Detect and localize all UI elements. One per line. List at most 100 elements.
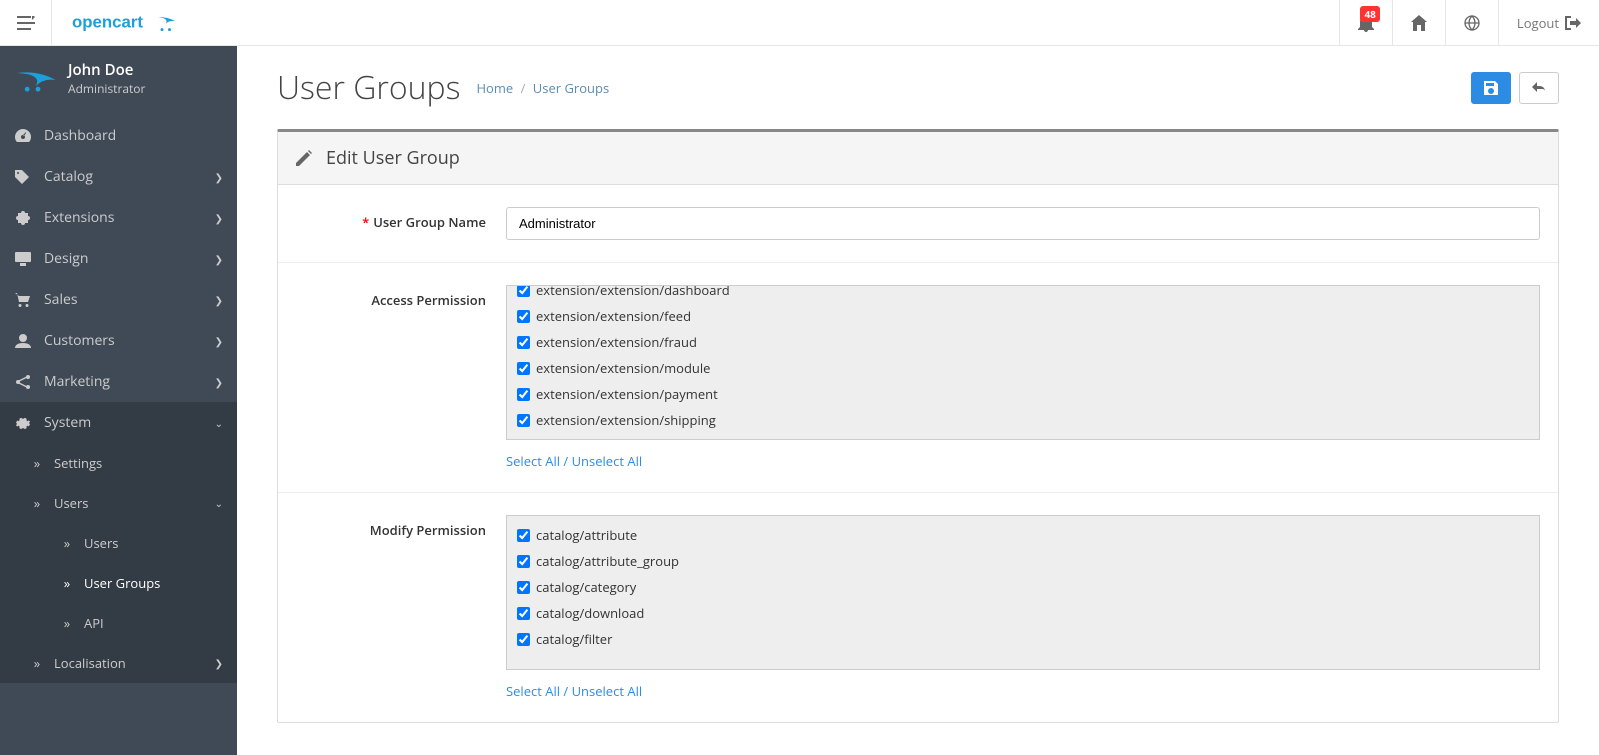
sidebar-item-customers[interactable]: Customers ❯ bbox=[0, 320, 237, 361]
permission-label: extension/extension/module bbox=[536, 359, 710, 377]
permission-checkbox[interactable] bbox=[517, 633, 530, 646]
nav-label: Catalog bbox=[44, 167, 93, 186]
permission-label: extension/extension/fraud bbox=[536, 333, 697, 351]
access-permission-box[interactable]: extension/extension/dashboardextension/e… bbox=[506, 285, 1540, 440]
permission-checkbox[interactable] bbox=[517, 414, 530, 427]
permission-label: catalog/attribute_group bbox=[536, 552, 679, 570]
access-label: Access Permission bbox=[296, 285, 506, 470]
notifications-button[interactable]: 48 bbox=[1339, 0, 1392, 46]
nav-label: Design bbox=[44, 249, 88, 268]
home-icon bbox=[1411, 15, 1427, 31]
store-button[interactable] bbox=[1445, 0, 1498, 46]
permission-label: catalog/attribute bbox=[536, 526, 637, 544]
desktop-icon bbox=[14, 252, 32, 266]
gear-icon bbox=[14, 416, 32, 430]
perm-links-sep: / bbox=[563, 682, 571, 700]
sidebar-item-users-sub[interactable]: » Users bbox=[0, 523, 237, 563]
logout-button[interactable]: Logout bbox=[1498, 0, 1599, 46]
cancel-button[interactable] bbox=[1519, 72, 1559, 104]
permission-item: extension/extension/shipping bbox=[517, 407, 1529, 433]
page-actions bbox=[1471, 72, 1559, 104]
modify-perm-links: Select All / Unselect All bbox=[506, 682, 1540, 700]
menu-icon bbox=[17, 16, 35, 30]
user-icon bbox=[14, 334, 32, 348]
edit-panel: Edit User Group *User Group Name Access … bbox=[277, 129, 1559, 723]
sidebar-item-design[interactable]: Design ❯ bbox=[0, 238, 237, 279]
nav-label: Dashboard bbox=[44, 126, 116, 145]
perm-links-sep: / bbox=[563, 452, 571, 470]
sidebar-item-dashboard[interactable]: Dashboard bbox=[0, 115, 237, 156]
logo[interactable]: opencart bbox=[52, 11, 218, 35]
access-select-all[interactable]: Select All bbox=[506, 452, 560, 470]
modify-label: Modify Permission bbox=[296, 515, 506, 700]
avatar-icon bbox=[14, 63, 62, 95]
modify-permission-box[interactable]: catalog/attribute catalog/attribute_group… bbox=[506, 515, 1540, 670]
globe-icon bbox=[1464, 15, 1480, 31]
sidebar-item-user-groups[interactable]: » User Groups bbox=[0, 563, 237, 603]
permission-checkbox[interactable] bbox=[517, 607, 530, 620]
menu-toggle[interactable] bbox=[0, 0, 52, 46]
modify-unselect-all[interactable]: Unselect All bbox=[572, 682, 643, 700]
header-right: 48 Logout bbox=[1339, 0, 1599, 46]
nav-label: Sales bbox=[44, 290, 78, 309]
access-unselect-all[interactable]: Unselect All bbox=[572, 452, 643, 470]
breadcrumb-home[interactable]: Home bbox=[476, 79, 513, 97]
sidebar-item-settings[interactable]: » Settings bbox=[0, 443, 237, 483]
sidebar-item-catalog[interactable]: Catalog ❯ bbox=[0, 156, 237, 197]
home-button[interactable] bbox=[1392, 0, 1445, 46]
permission-label: catalog/filter bbox=[536, 630, 612, 648]
double-chevron-icon: » bbox=[30, 654, 44, 672]
permission-checkbox[interactable] bbox=[517, 285, 530, 297]
breadcrumb-current[interactable]: User Groups bbox=[533, 79, 609, 97]
chevron-down-icon: ⌄ bbox=[215, 496, 223, 510]
permission-checkbox[interactable] bbox=[517, 362, 530, 375]
form-row-access: Access Permission extension/extension/da… bbox=[278, 263, 1558, 493]
access-perm-links: Select All / Unselect All bbox=[506, 452, 1540, 470]
required-asterisk: * bbox=[362, 213, 369, 231]
sidebar-item-localisation[interactable]: » Localisation ❯ bbox=[0, 643, 237, 683]
sidebar-item-users[interactable]: » Users ⌄ bbox=[0, 483, 237, 523]
permission-label: catalog/download bbox=[536, 604, 644, 622]
chevron-right-icon: ❯ bbox=[215, 252, 223, 266]
permission-label: extension/extension/feed bbox=[536, 307, 691, 325]
permission-label: extension/extension/shipping bbox=[536, 411, 716, 429]
opencart-logo-icon: opencart bbox=[70, 11, 200, 35]
sidebar-system-submenu: » Settings » Users ⌄ » Users » User Grou… bbox=[0, 443, 237, 683]
svg-text:opencart: opencart bbox=[72, 12, 143, 31]
sidebar-item-system[interactable]: System ⌄ bbox=[0, 402, 237, 443]
layout: John Doe Administrator Dashboard Catalog… bbox=[0, 46, 1599, 755]
permission-item: extension/extension/module bbox=[517, 355, 1529, 381]
main-content: User Groups Home / User Groups Edit User… bbox=[237, 46, 1599, 755]
cart-icon bbox=[14, 293, 32, 307]
sidebar-item-sales[interactable]: Sales ❯ bbox=[0, 279, 237, 320]
permission-label: catalog/category bbox=[536, 578, 636, 596]
page-header: User Groups Home / User Groups bbox=[277, 66, 1559, 109]
nav-label: Users bbox=[84, 534, 118, 552]
permission-checkbox[interactable] bbox=[517, 388, 530, 401]
double-chevron-icon: » bbox=[30, 454, 44, 472]
permission-checkbox[interactable] bbox=[517, 529, 530, 542]
nav-label: Customers bbox=[44, 331, 115, 350]
sidebar-item-extensions[interactable]: Extensions ❯ bbox=[0, 197, 237, 238]
nav-label: Settings bbox=[54, 454, 102, 472]
permission-checkbox[interactable] bbox=[517, 581, 530, 594]
back-icon bbox=[1532, 82, 1546, 94]
user-group-name-input[interactable] bbox=[506, 207, 1540, 240]
modify-select-all[interactable]: Select All bbox=[506, 682, 560, 700]
breadcrumb-sep: / bbox=[521, 79, 526, 97]
sidebar-item-marketing[interactable]: Marketing ❯ bbox=[0, 361, 237, 402]
sidebar-item-api[interactable]: » API bbox=[0, 603, 237, 643]
nav-label: API bbox=[84, 614, 104, 632]
sidebar: John Doe Administrator Dashboard Catalog… bbox=[0, 46, 237, 755]
double-chevron-icon: » bbox=[60, 614, 74, 632]
save-button[interactable] bbox=[1471, 72, 1511, 104]
panel-title: Edit User Group bbox=[326, 146, 460, 170]
permission-checkbox[interactable] bbox=[517, 336, 530, 349]
profile-name: John Doe bbox=[68, 60, 145, 80]
profile-role: Administrator bbox=[68, 80, 145, 97]
logout-label: Logout bbox=[1517, 14, 1559, 32]
permission-checkbox[interactable] bbox=[517, 310, 530, 323]
permission-checkbox[interactable] bbox=[517, 555, 530, 568]
permission-item: catalog/filter bbox=[517, 626, 1529, 652]
chevron-down-icon: ⌄ bbox=[215, 416, 223, 430]
